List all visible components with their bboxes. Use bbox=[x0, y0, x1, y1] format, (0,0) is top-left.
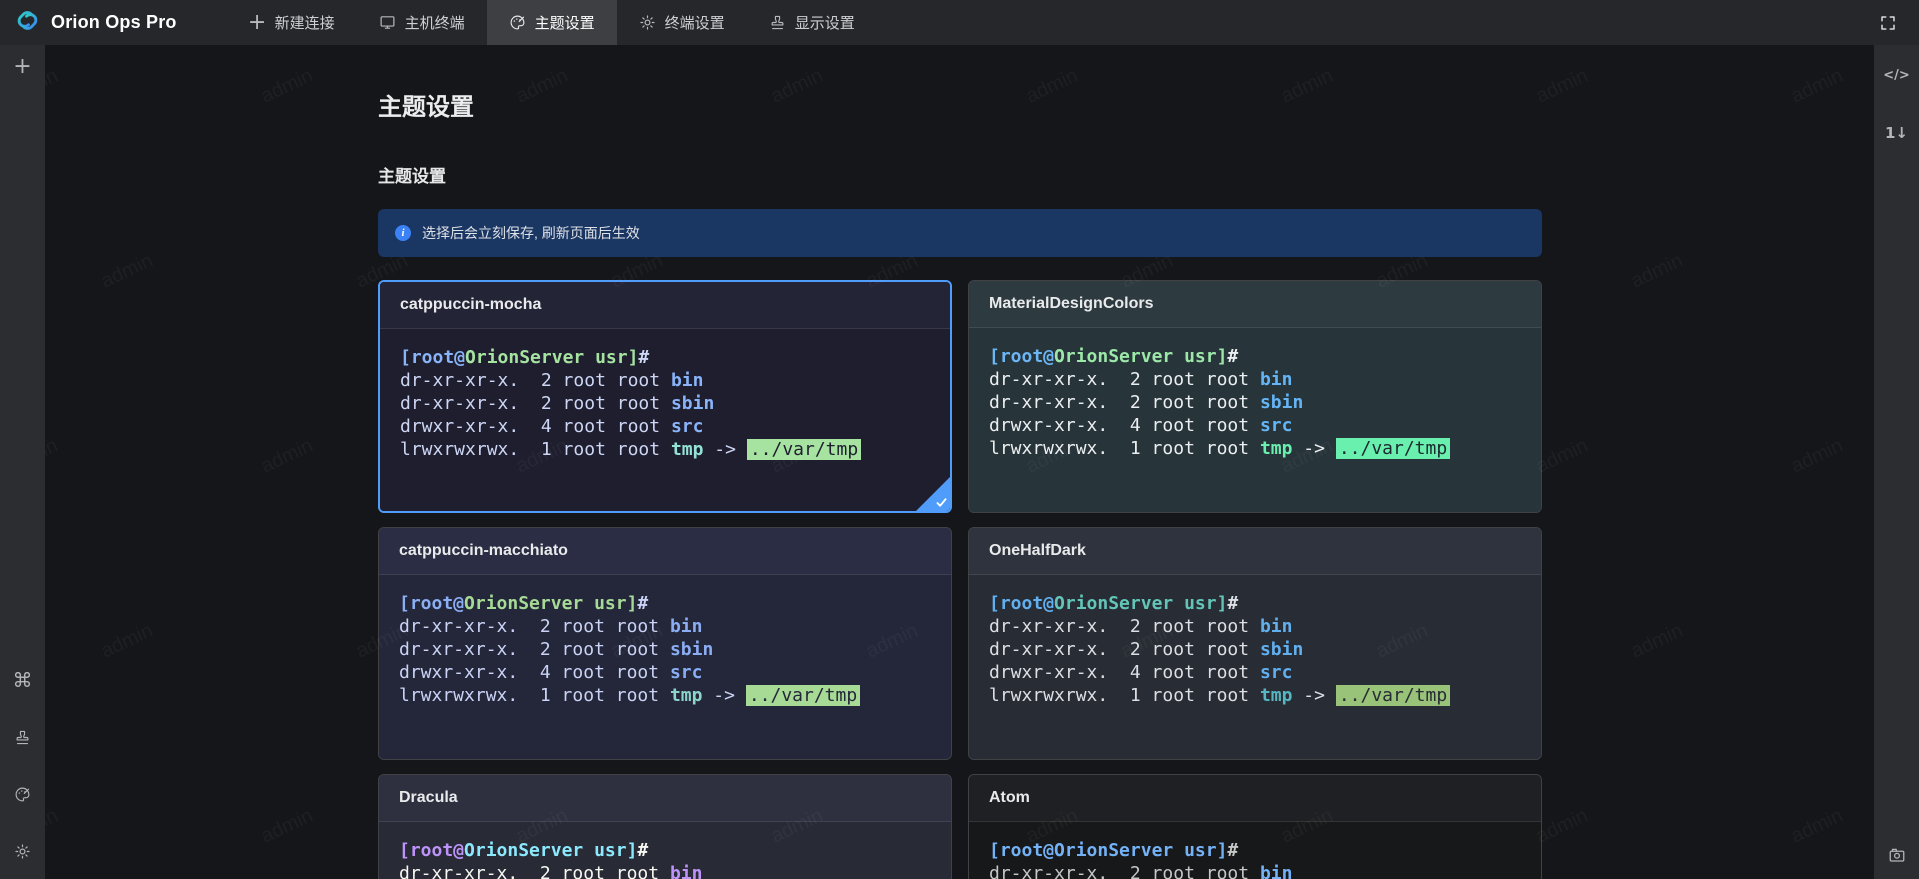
main-nav: + 新建连接 主机终端 主题设置 终端设置 显示设置 bbox=[227, 0, 877, 45]
terminal-listing-line: drwxr-xr-x. 4 root root src bbox=[989, 661, 1521, 684]
theme-card-Dracula[interactable]: Dracula [root@OrionServer usr]#dr-xr-xr-… bbox=[378, 774, 952, 879]
theme-name: MaterialDesignColors bbox=[989, 295, 1153, 313]
terminal-prompt-line: [root@OrionServer usr]# bbox=[989, 839, 1521, 862]
terminal-prompt-line: [root@OrionServer usr]# bbox=[399, 592, 931, 615]
info-alert: i 选择后会立刻保存, 刷新页面后生效 bbox=[378, 209, 1542, 257]
terminal-listing-line: dr-xr-xr-x. 2 root root bin bbox=[989, 368, 1521, 391]
nav-item-label: 主题设置 bbox=[535, 12, 595, 33]
terminal-listing-line: dr-xr-xr-x. 2 root root bin bbox=[989, 615, 1521, 638]
section-title: 主题设置 bbox=[378, 162, 1542, 187]
palette-icon bbox=[509, 14, 526, 31]
nav-item-label: 终端设置 bbox=[665, 12, 725, 33]
sidebar-settings-button[interactable] bbox=[5, 839, 41, 863]
stamp-icon bbox=[14, 729, 31, 746]
terminal-listing-line: drwxr-xr-x. 4 root root src bbox=[400, 415, 930, 438]
theme-terminal-preview: [root@OrionServer usr]#dr-xr-xr-x. 2 roo… bbox=[969, 822, 1541, 879]
left-sidebar: + ⌘ bbox=[0, 45, 45, 879]
app-logo-icon bbox=[14, 7, 41, 39]
sidebar-sort-button[interactable]: 1↓ bbox=[1879, 121, 1915, 145]
terminal-listing-line: lrwxrwxrwx. 1 root root tmp -> ../var/tm… bbox=[989, 437, 1521, 460]
sidebar-shortcut-commands-button[interactable]: ⌘ bbox=[5, 668, 41, 692]
theme-card-header: MaterialDesignColors bbox=[969, 281, 1541, 328]
main-content: 主题设置 主题设置 i 选择后会立刻保存, 刷新页面后生效 catppuccin… bbox=[45, 45, 1874, 879]
theme-terminal-preview: [root@OrionServer usr]#dr-xr-xr-x. 2 roo… bbox=[969, 328, 1541, 513]
gear-icon bbox=[639, 14, 656, 31]
theme-terminal-preview: [root@OrionServer usr]#dr-xr-xr-x. 2 roo… bbox=[969, 575, 1541, 760]
terminal-listing-line: dr-xr-xr-x. 2 root root sbin bbox=[989, 638, 1521, 661]
terminal-listing-line: dr-xr-xr-x. 2 root root sbin bbox=[400, 392, 930, 415]
fullscreen-icon[interactable] bbox=[1873, 8, 1903, 38]
theme-card-header: catppuccin-mocha bbox=[380, 282, 950, 329]
camera-icon bbox=[1888, 846, 1906, 864]
terminal-listing-line: dr-xr-xr-x. 2 root root bin bbox=[399, 862, 931, 879]
palette-icon bbox=[14, 786, 31, 803]
theme-card-MaterialDesignColors[interactable]: MaterialDesignColors [root@OrionServer u… bbox=[968, 280, 1542, 513]
terminal-listing-line: dr-xr-xr-x. 2 root root bin bbox=[400, 369, 930, 392]
sidebar-add-button[interactable]: + bbox=[5, 55, 41, 79]
theme-terminal-preview: [root@OrionServer usr]#dr-xr-xr-x. 2 roo… bbox=[379, 822, 951, 879]
command-icon: ⌘ bbox=[13, 670, 33, 690]
theme-card-header: Dracula bbox=[379, 775, 951, 822]
stamp-icon bbox=[769, 14, 786, 31]
info-alert-text: 选择后会立刻保存, 刷新页面后生效 bbox=[422, 223, 640, 243]
theme-name: catppuccin-mocha bbox=[400, 296, 541, 314]
theme-terminal-preview: [root@OrionServer usr]#dr-xr-xr-x. 2 roo… bbox=[380, 329, 950, 513]
top-navbar: Orion Ops Pro + 新建连接 主机终端 主题设置 终端设置 显示设置 bbox=[0, 0, 1919, 45]
theme-card-grid: catppuccin-mocha [root@OrionServer usr]#… bbox=[378, 280, 1542, 879]
app-title: Orion Ops Pro bbox=[51, 12, 177, 33]
terminal-listing-line: lrwxrwxrwx. 1 root root tmp -> ../var/tm… bbox=[399, 684, 931, 707]
theme-card-OneHalfDark[interactable]: OneHalfDark [root@OrionServer usr]#dr-xr… bbox=[968, 527, 1542, 760]
right-sidebar: </> 1↓ bbox=[1874, 45, 1919, 879]
nav-item-host-terminal[interactable]: 主机终端 bbox=[357, 0, 487, 45]
nav-item-label: 主机终端 bbox=[405, 12, 465, 33]
theme-card-header: catppuccin-macchiato bbox=[379, 528, 951, 575]
sidebar-code-editor-button[interactable]: </> bbox=[1879, 63, 1915, 87]
terminal-listing-line: drwxr-xr-x. 4 root root src bbox=[989, 414, 1521, 437]
terminal-prompt-line: [root@OrionServer usr]# bbox=[400, 346, 930, 369]
plus-icon: + bbox=[249, 14, 266, 31]
app-brand[interactable]: Orion Ops Pro bbox=[0, 0, 199, 45]
gear-icon bbox=[14, 843, 31, 860]
terminal-prompt-line: [root@OrionServer usr]# bbox=[989, 345, 1521, 368]
terminal-listing-line: dr-xr-xr-x. 2 root root bin bbox=[399, 615, 931, 638]
terminal-prompt-line: [root@OrionServer usr]# bbox=[399, 839, 931, 862]
terminal-listing-line: dr-xr-xr-x. 2 root root bin bbox=[989, 862, 1521, 879]
theme-card-catppuccin-macchiato[interactable]: catppuccin-macchiato [root@OrionServer u… bbox=[378, 527, 952, 760]
plus-icon: + bbox=[13, 56, 31, 78]
terminal-listing-line: dr-xr-xr-x. 2 root root sbin bbox=[989, 391, 1521, 414]
info-icon: i bbox=[395, 225, 411, 241]
nav-item-new-connection[interactable]: + 新建连接 bbox=[227, 0, 357, 45]
nav-item-display-settings[interactable]: 显示设置 bbox=[747, 0, 877, 45]
theme-terminal-preview: [root@OrionServer usr]#dr-xr-xr-x. 2 roo… bbox=[379, 575, 951, 760]
sidebar-display-button[interactable] bbox=[5, 725, 41, 749]
theme-name: OneHalfDark bbox=[989, 542, 1086, 560]
terminal-listing-line: drwxr-xr-x. 4 root root src bbox=[399, 661, 931, 684]
terminal-listing-line: lrwxrwxrwx. 1 root root tmp -> ../var/tm… bbox=[400, 438, 930, 461]
nav-item-label: 显示设置 bbox=[795, 12, 855, 33]
code-icon: </> bbox=[1883, 69, 1910, 82]
theme-card-catppuccin-mocha[interactable]: catppuccin-mocha [root@OrionServer usr]#… bbox=[378, 280, 952, 513]
theme-name: catppuccin-macchiato bbox=[399, 542, 568, 560]
sidebar-screenshot-button[interactable] bbox=[1879, 843, 1915, 867]
terminal-listing-line: dr-xr-xr-x. 2 root root sbin bbox=[399, 638, 931, 661]
nav-item-label: 新建连接 bbox=[275, 12, 335, 33]
theme-card-Atom[interactable]: Atom [root@OrionServer usr]#dr-xr-xr-x. … bbox=[968, 774, 1542, 879]
nav-item-theme-settings[interactable]: 主题设置 bbox=[487, 0, 617, 45]
terminal-prompt-line: [root@OrionServer usr]# bbox=[989, 592, 1521, 615]
numeric-sort-icon: 1↓ bbox=[1885, 126, 1908, 141]
sidebar-theme-button[interactable] bbox=[5, 782, 41, 806]
theme-card-header: Atom bbox=[969, 775, 1541, 822]
terminal-listing-line: lrwxrwxrwx. 1 root root tmp -> ../var/tm… bbox=[989, 684, 1521, 707]
theme-name: Dracula bbox=[399, 789, 458, 807]
theme-card-header: OneHalfDark bbox=[969, 528, 1541, 575]
theme-name: Atom bbox=[989, 789, 1030, 807]
page-title: 主题设置 bbox=[378, 87, 1542, 122]
monitor-icon bbox=[379, 14, 396, 31]
nav-item-terminal-settings[interactable]: 终端设置 bbox=[617, 0, 747, 45]
